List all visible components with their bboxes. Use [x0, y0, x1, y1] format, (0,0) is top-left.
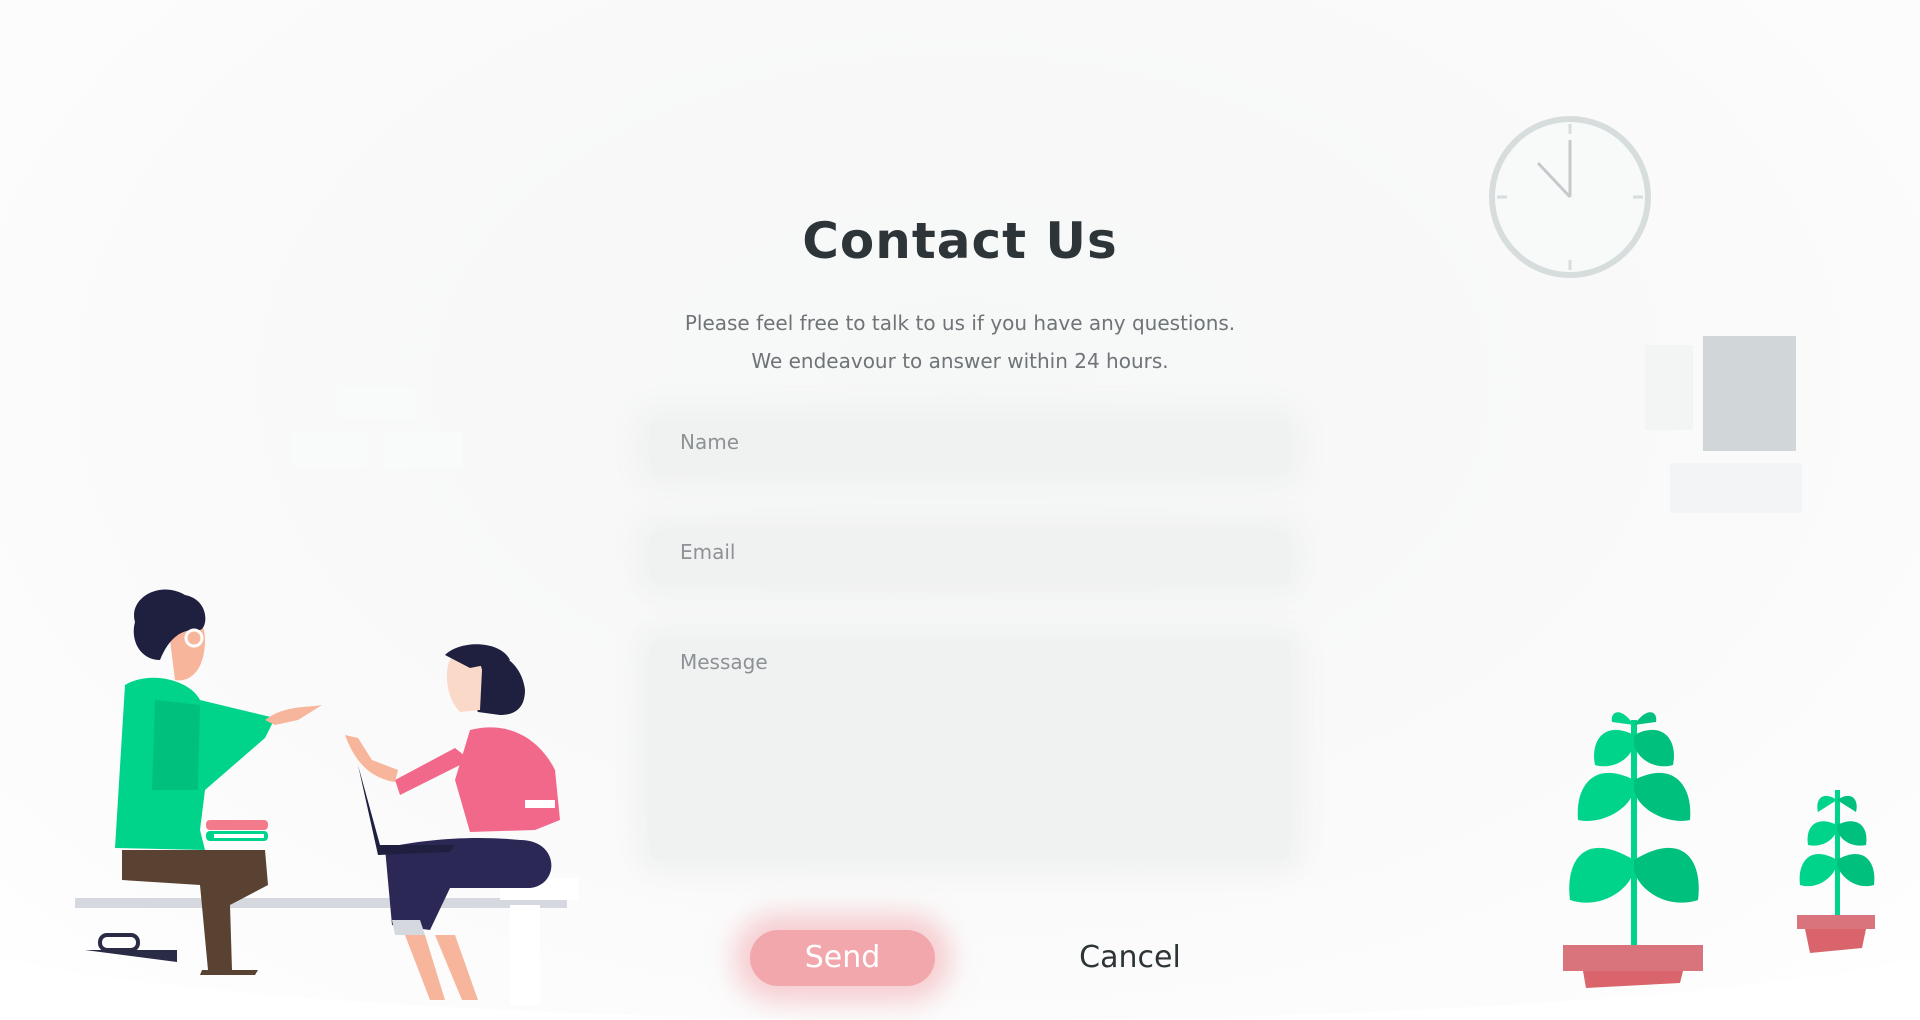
page-subtitle: Please feel free to talk to us if you ha…: [0, 304, 1920, 380]
contact-page: Contact Us Please feel free to talk to u…: [0, 0, 1920, 1020]
name-placeholder: Name: [680, 430, 740, 454]
name-field[interactable]: Name: [650, 420, 1290, 474]
subtitle-line-2: We endeavour to answer within 24 hours.: [751, 349, 1169, 373]
email-placeholder: Email: [680, 540, 736, 564]
message-placeholder: Message: [680, 650, 768, 674]
cancel-button[interactable]: Cancel: [1030, 930, 1230, 986]
subtitle-line-1: Please feel free to talk to us if you ha…: [684, 311, 1236, 335]
page-title: Contact Us: [802, 212, 1118, 270]
email-field[interactable]: Email: [650, 530, 1290, 584]
send-button[interactable]: Send: [750, 930, 935, 986]
message-field[interactable]: Message: [650, 640, 1290, 860]
